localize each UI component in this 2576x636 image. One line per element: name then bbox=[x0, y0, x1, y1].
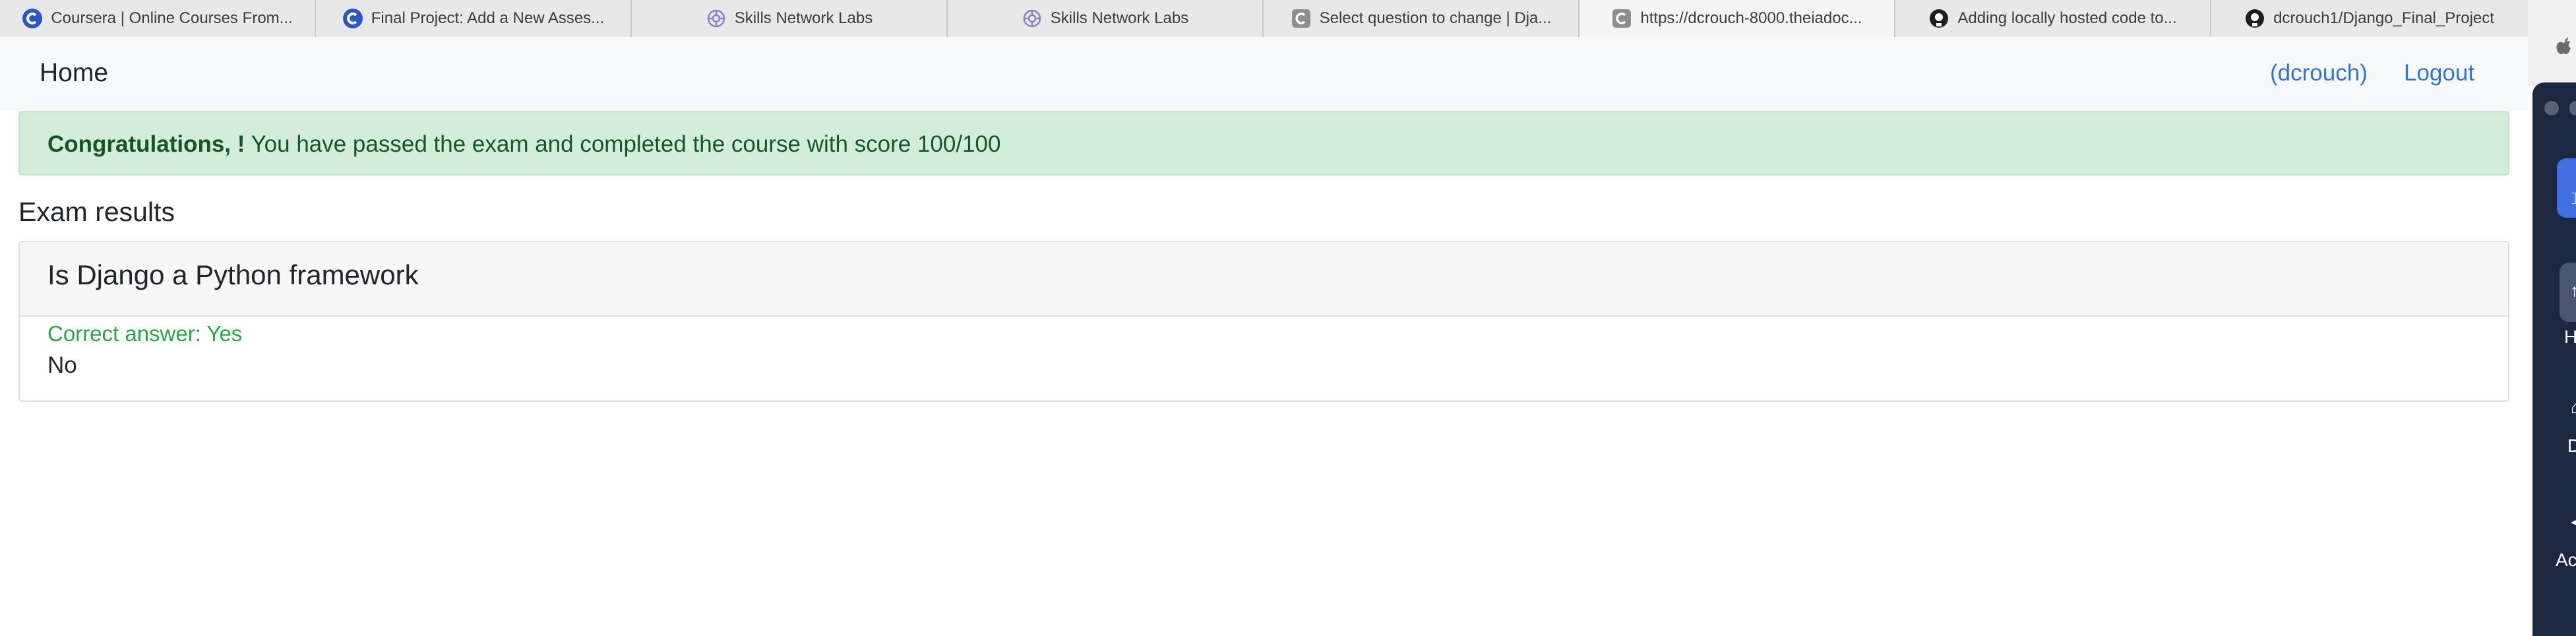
generic-c-icon bbox=[1611, 8, 1632, 29]
document-icon: 𝙸 bbox=[2569, 188, 2576, 208]
generic-c-icon bbox=[1291, 8, 1312, 29]
browser-tab[interactable]: dcrouch1/Django_Final_Project bbox=[2211, 0, 2527, 37]
window-control-dot[interactable] bbox=[2544, 101, 2559, 115]
browser-tab[interactable]: Skills Network Labs bbox=[632, 0, 948, 37]
browser-tab-active[interactable]: https://dcrouch-8000.theiadoc... bbox=[1579, 0, 1895, 37]
github-icon bbox=[2244, 8, 2265, 29]
tab-label: Coursera | Online Courses From... bbox=[51, 9, 293, 27]
navbar: Home (dcrouch) Logout bbox=[0, 37, 2528, 111]
browser-tab[interactable]: Skills Network Labs bbox=[948, 0, 1264, 37]
side-label: Ac bbox=[2556, 550, 2576, 570]
home-icon: ⌂ bbox=[2571, 397, 2576, 417]
alert-heading: Congratulations, ! bbox=[47, 131, 245, 157]
coursera-icon bbox=[22, 8, 43, 29]
tab-label: Skills Network Labs bbox=[734, 9, 873, 27]
selected-choice: No bbox=[47, 352, 77, 378]
browser-tab[interactable]: Final Project: Add a New Asses... bbox=[316, 0, 632, 37]
logout-link[interactable]: Logout bbox=[2404, 60, 2474, 86]
apple-icon[interactable] bbox=[2555, 37, 2575, 63]
tab-label: Final Project: Add a New Asses... bbox=[371, 9, 605, 27]
exam-results-title: Exam results bbox=[18, 197, 175, 227]
success-alert: Congratulations, ! You have passed the e… bbox=[18, 111, 2509, 175]
correct-answer: Correct answer: Yes bbox=[47, 321, 243, 346]
home-link[interactable]: Home bbox=[40, 59, 108, 88]
username-link[interactable]: (dcrouch) bbox=[2270, 60, 2368, 86]
tab-label: Select question to change | Dja... bbox=[1319, 9, 1552, 27]
skills-network-icon bbox=[706, 8, 727, 29]
browser-tab[interactable]: Select question to change | Dja... bbox=[1264, 0, 1579, 37]
alert-message: You have passed the exam and completed t… bbox=[245, 131, 1001, 157]
question-text: Is Django a Python framework bbox=[20, 242, 2508, 317]
github-icon bbox=[1928, 8, 1949, 29]
coursera-icon bbox=[342, 8, 363, 29]
tab-label: dcrouch1/Django_Final_Project bbox=[2273, 9, 2494, 27]
tab-label: Skills Network Labs bbox=[1050, 9, 1189, 27]
browser-tab[interactable]: Coursera | Online Courses From... bbox=[0, 0, 316, 37]
question-card: Is Django a Python framework Correct ans… bbox=[18, 241, 2509, 402]
upload-icon: ↑ bbox=[2570, 280, 2576, 300]
side-label: H bbox=[2564, 327, 2576, 347]
tab-label: https://dcrouch-8000.theiadoc... bbox=[1640, 9, 1862, 27]
account-icon: ◂ bbox=[2571, 511, 2576, 531]
browser-tab-strip: Coursera | Online Courses From... Final … bbox=[0, 0, 2528, 38]
skills-network-icon bbox=[1022, 8, 1043, 29]
browser-tab[interactable]: Adding locally hosted code to... bbox=[1895, 0, 2211, 37]
tab-label: Adding locally hosted code to... bbox=[1957, 9, 2177, 27]
side-label: D bbox=[2567, 435, 2576, 456]
